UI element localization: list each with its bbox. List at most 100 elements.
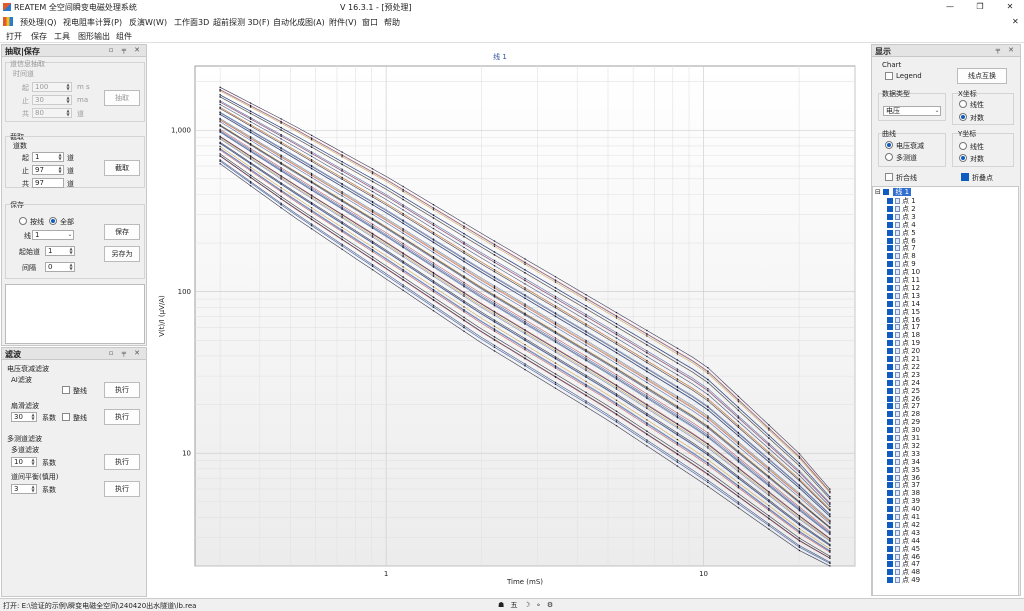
cut-start-input[interactable]: 1 ▲ ▼ [32, 152, 64, 162]
toolbar-tools[interactable]: 工具 [54, 31, 70, 42]
menu-inversion[interactable]: 反演W(W) [129, 17, 167, 28]
tree-point-28[interactable]: 点 28 [887, 410, 920, 418]
tree-point-checkbox[interactable] [887, 442, 893, 449]
tree-point-20[interactable]: 点 20 [887, 347, 920, 355]
tree-point-11[interactable]: 点 11 [887, 276, 920, 284]
tree-point-16[interactable]: 点 16 [887, 316, 920, 324]
tree-point-checkbox[interactable] [887, 387, 893, 394]
save-button[interactable]: 保存 [104, 224, 140, 240]
tree-point-checkbox[interactable] [887, 332, 893, 339]
data-type-select[interactable]: 电压 ⌄ [883, 106, 941, 116]
tree-point-checkbox[interactable] [887, 253, 893, 260]
tree-point-checkbox[interactable] [887, 561, 893, 568]
tree-point-46[interactable]: 点 46 [887, 553, 920, 561]
tree-point-checkbox[interactable] [887, 419, 893, 426]
tree-point-checkbox[interactable] [887, 466, 893, 473]
tree-point-checkbox[interactable] [887, 403, 893, 410]
tree-point-40[interactable]: 点 40 [887, 505, 920, 513]
tree-point-checkbox[interactable] [887, 292, 893, 299]
tree-point-23[interactable]: 点 23 [887, 371, 920, 379]
tree-point-9[interactable]: 点 9 [887, 260, 916, 268]
tree-point-checkbox[interactable] [887, 221, 893, 228]
voltage-decay-radio[interactable] [885, 141, 893, 149]
tree-point-checkbox[interactable] [887, 198, 893, 204]
tree-point-checkbox[interactable] [887, 308, 893, 315]
tree-root[interactable]: ⊟ 线 1 [875, 188, 912, 196]
tree-point-1[interactable]: 点 1 [887, 197, 916, 205]
tree-point-checkbox[interactable] [887, 269, 893, 276]
display-panel-window-icons[interactable]: ╤ ✕ [996, 46, 1017, 54]
extract-button[interactable]: 抽取 [104, 90, 140, 106]
tree-point-checkbox[interactable] [887, 553, 893, 560]
tree-point-checkbox[interactable] [887, 237, 893, 244]
tree-point-29[interactable]: 点 29 [887, 418, 920, 426]
menu-auto-mapping[interactable]: 自动化成图(A) [273, 17, 325, 28]
tree-point-checkbox[interactable] [887, 213, 893, 220]
sliding-filter-input[interactable]: 30 ▲ ▼ [11, 412, 37, 422]
toolbar-components[interactable]: 组件 [116, 31, 132, 42]
tree-point-checkbox[interactable] [887, 379, 893, 386]
toolbar-open[interactable]: 打开 [6, 31, 22, 42]
tree-point-checkbox[interactable] [887, 506, 893, 513]
multi-channel-radio[interactable] [885, 153, 893, 161]
tree-point-checkbox[interactable] [887, 482, 893, 489]
tree-point-21[interactable]: 点 21 [887, 355, 920, 363]
fold-point-checkbox[interactable] [961, 173, 969, 181]
tree-point-22[interactable]: 点 22 [887, 363, 920, 371]
panel-window-icons[interactable]: ▫ ╤ ✕ [109, 46, 143, 54]
tree-point-checkbox[interactable] [887, 514, 893, 520]
filter-panel-window-icons[interactable]: ▫ ╤ ✕ [109, 349, 143, 357]
tree-point-checkbox[interactable] [887, 458, 893, 465]
collapse-icon[interactable]: ⊟ [875, 188, 881, 196]
multi-channel-input[interactable]: 10 ▲ ▼ [11, 457, 37, 467]
tree-point-44[interactable]: 点 44 [887, 537, 920, 545]
tree-point-checkbox[interactable] [887, 261, 893, 268]
tree-point-checkbox[interactable] [887, 284, 893, 291]
start-channel-input[interactable]: 1 ▲ ▼ [45, 246, 75, 256]
maximize-button[interactable]: ❐ [970, 1, 990, 13]
x-linear-radio[interactable] [959, 100, 967, 108]
menu-close-icon[interactable]: ✕ [1012, 17, 1019, 26]
all-radio[interactable] [49, 217, 57, 225]
tree-point-33[interactable]: 点 33 [887, 450, 920, 458]
tree-point-checkbox[interactable] [887, 363, 893, 370]
tree-point-26[interactable]: 点 26 [887, 395, 920, 403]
tree-point-15[interactable]: 点 15 [887, 308, 920, 316]
menu-advance-3d[interactable]: 超前探测 3D(F) [213, 17, 270, 28]
balance-run-button[interactable]: 执行 [104, 481, 140, 497]
tree-point-48[interactable]: 点 48 [887, 568, 920, 576]
close-button[interactable]: ✕ [1000, 1, 1020, 13]
swap-line-point-button[interactable]: 线点互换 [957, 68, 1007, 84]
tree-point-38[interactable]: 点 38 [887, 489, 920, 497]
tree-point-47[interactable]: 点 47 [887, 560, 920, 568]
log-textarea[interactable] [5, 284, 145, 344]
minimize-button[interactable]: — [940, 1, 960, 13]
tree-point-checkbox[interactable] [887, 348, 893, 355]
tree-point-checkbox[interactable] [887, 411, 893, 418]
tree-point-checkbox[interactable] [887, 537, 893, 544]
tree-point-8[interactable]: 点 8 [887, 252, 916, 260]
menu-workface-3d[interactable]: 工作面3D [174, 17, 209, 28]
tree-point-41[interactable]: 点 41 [887, 513, 920, 521]
tree-point-checkbox[interactable] [887, 427, 893, 434]
interval-input[interactable]: 0 ▲ ▼ [45, 262, 75, 272]
line-select[interactable]: 1 ⌄ [32, 230, 74, 240]
tree-point-3[interactable]: 点 3 [887, 213, 916, 221]
tree-point-45[interactable]: 点 45 [887, 545, 920, 553]
menu-preprocess[interactable]: 预处理(Q) [20, 17, 57, 28]
tree-point-checkbox[interactable] [887, 245, 893, 252]
tree-point-4[interactable]: 点 4 [887, 221, 916, 229]
tree-point-36[interactable]: 点 36 [887, 474, 920, 482]
tree-point-49[interactable]: 点 49 [887, 576, 920, 584]
tree-point-25[interactable]: 点 25 [887, 387, 920, 395]
tree-point-6[interactable]: 点 6 [887, 237, 916, 245]
tree-point-checkbox[interactable] [887, 229, 893, 236]
tree-point-10[interactable]: 点 10 [887, 268, 920, 276]
tree-point-checkbox[interactable] [887, 569, 893, 576]
tree-point-2[interactable]: 点 2 [887, 205, 916, 213]
tree-point-checkbox[interactable] [887, 277, 893, 283]
tree-point-checkbox[interactable] [887, 356, 893, 362]
cut-total-input[interactable]: 97 [32, 178, 64, 188]
tree-point-37[interactable]: 点 37 [887, 481, 920, 489]
tree-point-checkbox[interactable] [887, 577, 893, 584]
